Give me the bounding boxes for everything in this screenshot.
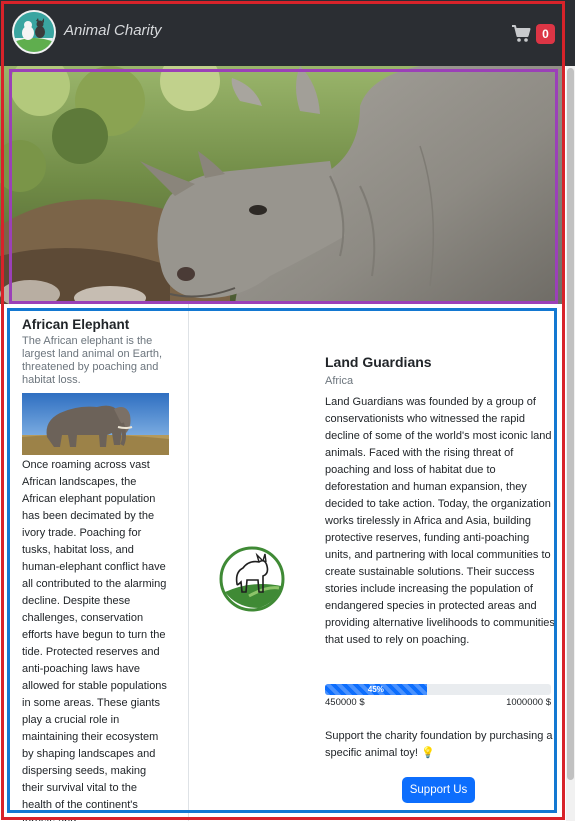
animal-tagline: The African elephant is the largest land… <box>22 335 163 386</box>
rhinoceros-photo <box>0 66 565 304</box>
support-us-button[interactable]: Support Us <box>402 777 475 803</box>
animal-description: Once roaming across vast African landsca… <box>22 459 167 821</box>
support-text: Support the charity foundation by purcha… <box>325 730 553 759</box>
funding-progress: 45% <box>325 684 551 695</box>
organization-info: Land Guardians Africa Land Guardians was… <box>325 354 555 649</box>
navbar: Animal Charity 0 <box>0 0 575 66</box>
animal-panel: African Elephant The African elephant is… <box>14 304 189 821</box>
funding-goal: 1000000 $ <box>506 697 551 708</box>
funding-progress-bar: 45% <box>325 684 427 695</box>
shopping-cart-icon[interactable] <box>511 25 531 43</box>
cart-count-badge: 0 <box>536 24 555 44</box>
funding-raised: 450000 $ <box>325 697 365 708</box>
land-guardians-logo <box>219 546 285 612</box>
brand-name[interactable]: Animal Charity <box>64 22 162 39</box>
elephant-photo <box>22 393 169 455</box>
animal-charity-logo[interactable] <box>12 10 56 54</box>
organization-name: Land Guardians <box>325 354 432 370</box>
organization-description: Land Guardians was founded by a group of… <box>325 396 555 646</box>
logo-graphic <box>14 12 54 52</box>
organization-region: Africa <box>325 375 354 387</box>
animal-name: African Elephant <box>22 317 130 332</box>
page-scrollbar-thumb[interactable] <box>567 68 574 780</box>
